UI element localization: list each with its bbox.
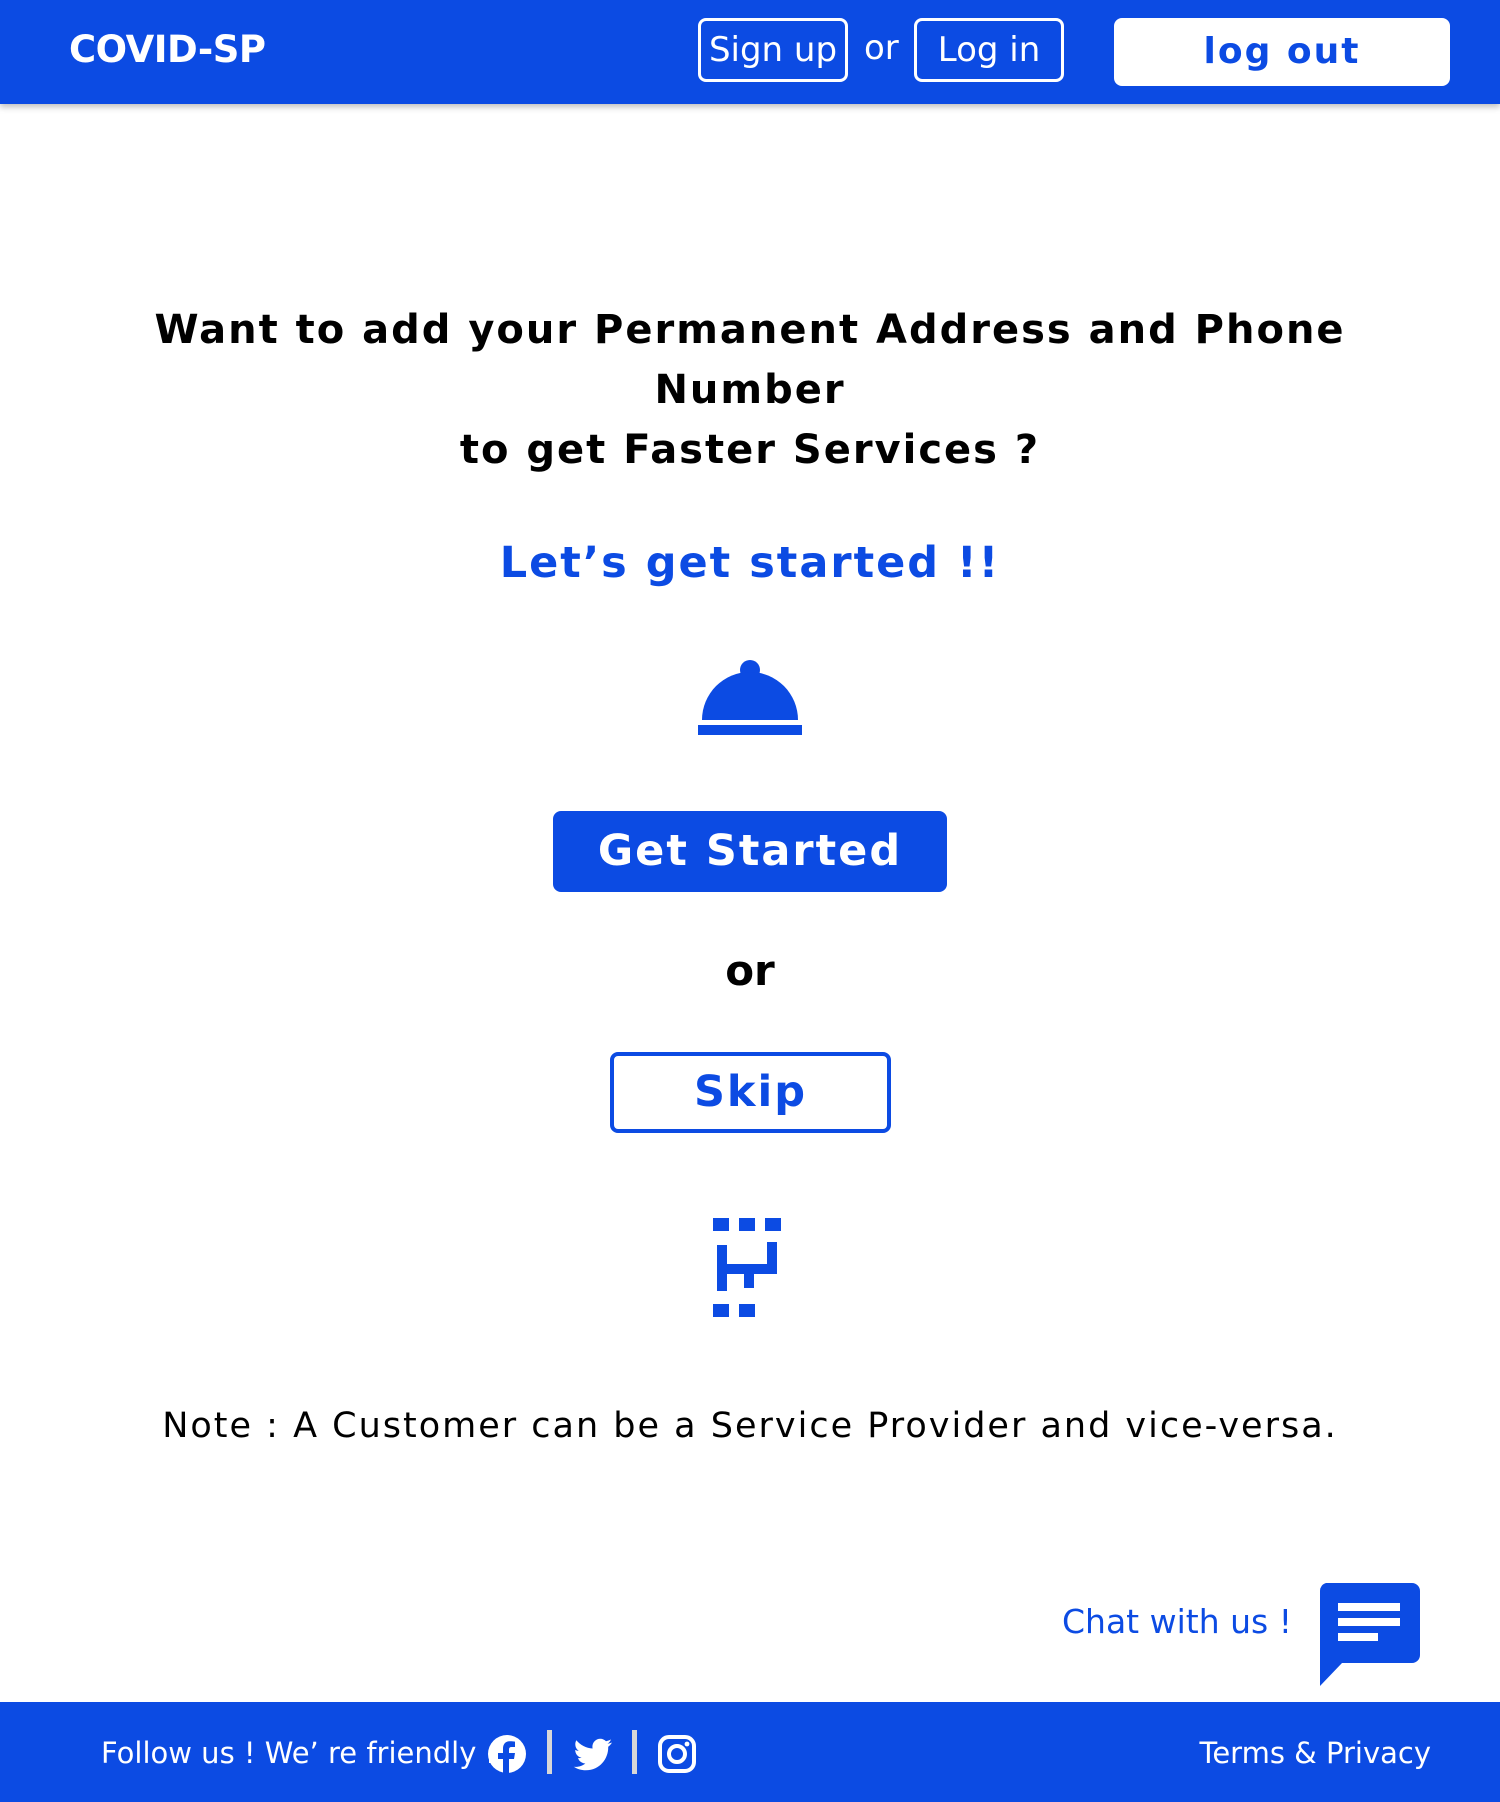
address-prompt-heading: Want to add your Permanent Address and P… — [60, 300, 1440, 480]
navbar-or-text: or — [864, 28, 899, 68]
social-divider — [547, 1730, 552, 1774]
lets-get-started-text: Let’s get started !! — [499, 538, 1001, 588]
facebook-icon[interactable] — [487, 1734, 527, 1774]
instagram-icon[interactable] — [657, 1734, 697, 1774]
question-line-2: to get Faster Services ? — [459, 427, 1041, 473]
skip-button[interactable]: Skip — [610, 1052, 891, 1133]
get-started-button[interactable]: Get Started — [553, 811, 947, 892]
chat-with-us-link[interactable]: Chat with us ! — [1062, 1602, 1292, 1641]
question-line-1: Want to add your Permanent Address and P… — [154, 307, 1346, 413]
footer: Follow us ! We’ re friendly : Terms & Pr… — [0, 1702, 1500, 1802]
login-button[interactable]: Log in — [914, 18, 1064, 82]
follow-us-text: Follow us ! We’ re friendly : — [101, 1736, 496, 1770]
logout-button[interactable]: log out — [1114, 18, 1450, 86]
terms-privacy-link[interactable]: Terms & Privacy — [1200, 1736, 1431, 1770]
or-separator-text: or — [725, 946, 775, 995]
twitter-icon[interactable] — [573, 1734, 613, 1774]
signup-button[interactable]: Sign up — [698, 18, 848, 82]
top-navbar: COVID-SP Sign up or Log in log out — [0, 0, 1500, 104]
social-divider — [632, 1730, 637, 1774]
service-bell-icon — [698, 660, 802, 735]
brand-logo-icon — [713, 1218, 781, 1317]
brand-logo-text[interactable]: COVID-SP — [69, 28, 266, 71]
chat-icon[interactable] — [1318, 1583, 1420, 1686]
customer-provider-note: Note : A Customer can be a Service Provi… — [162, 1406, 1338, 1446]
